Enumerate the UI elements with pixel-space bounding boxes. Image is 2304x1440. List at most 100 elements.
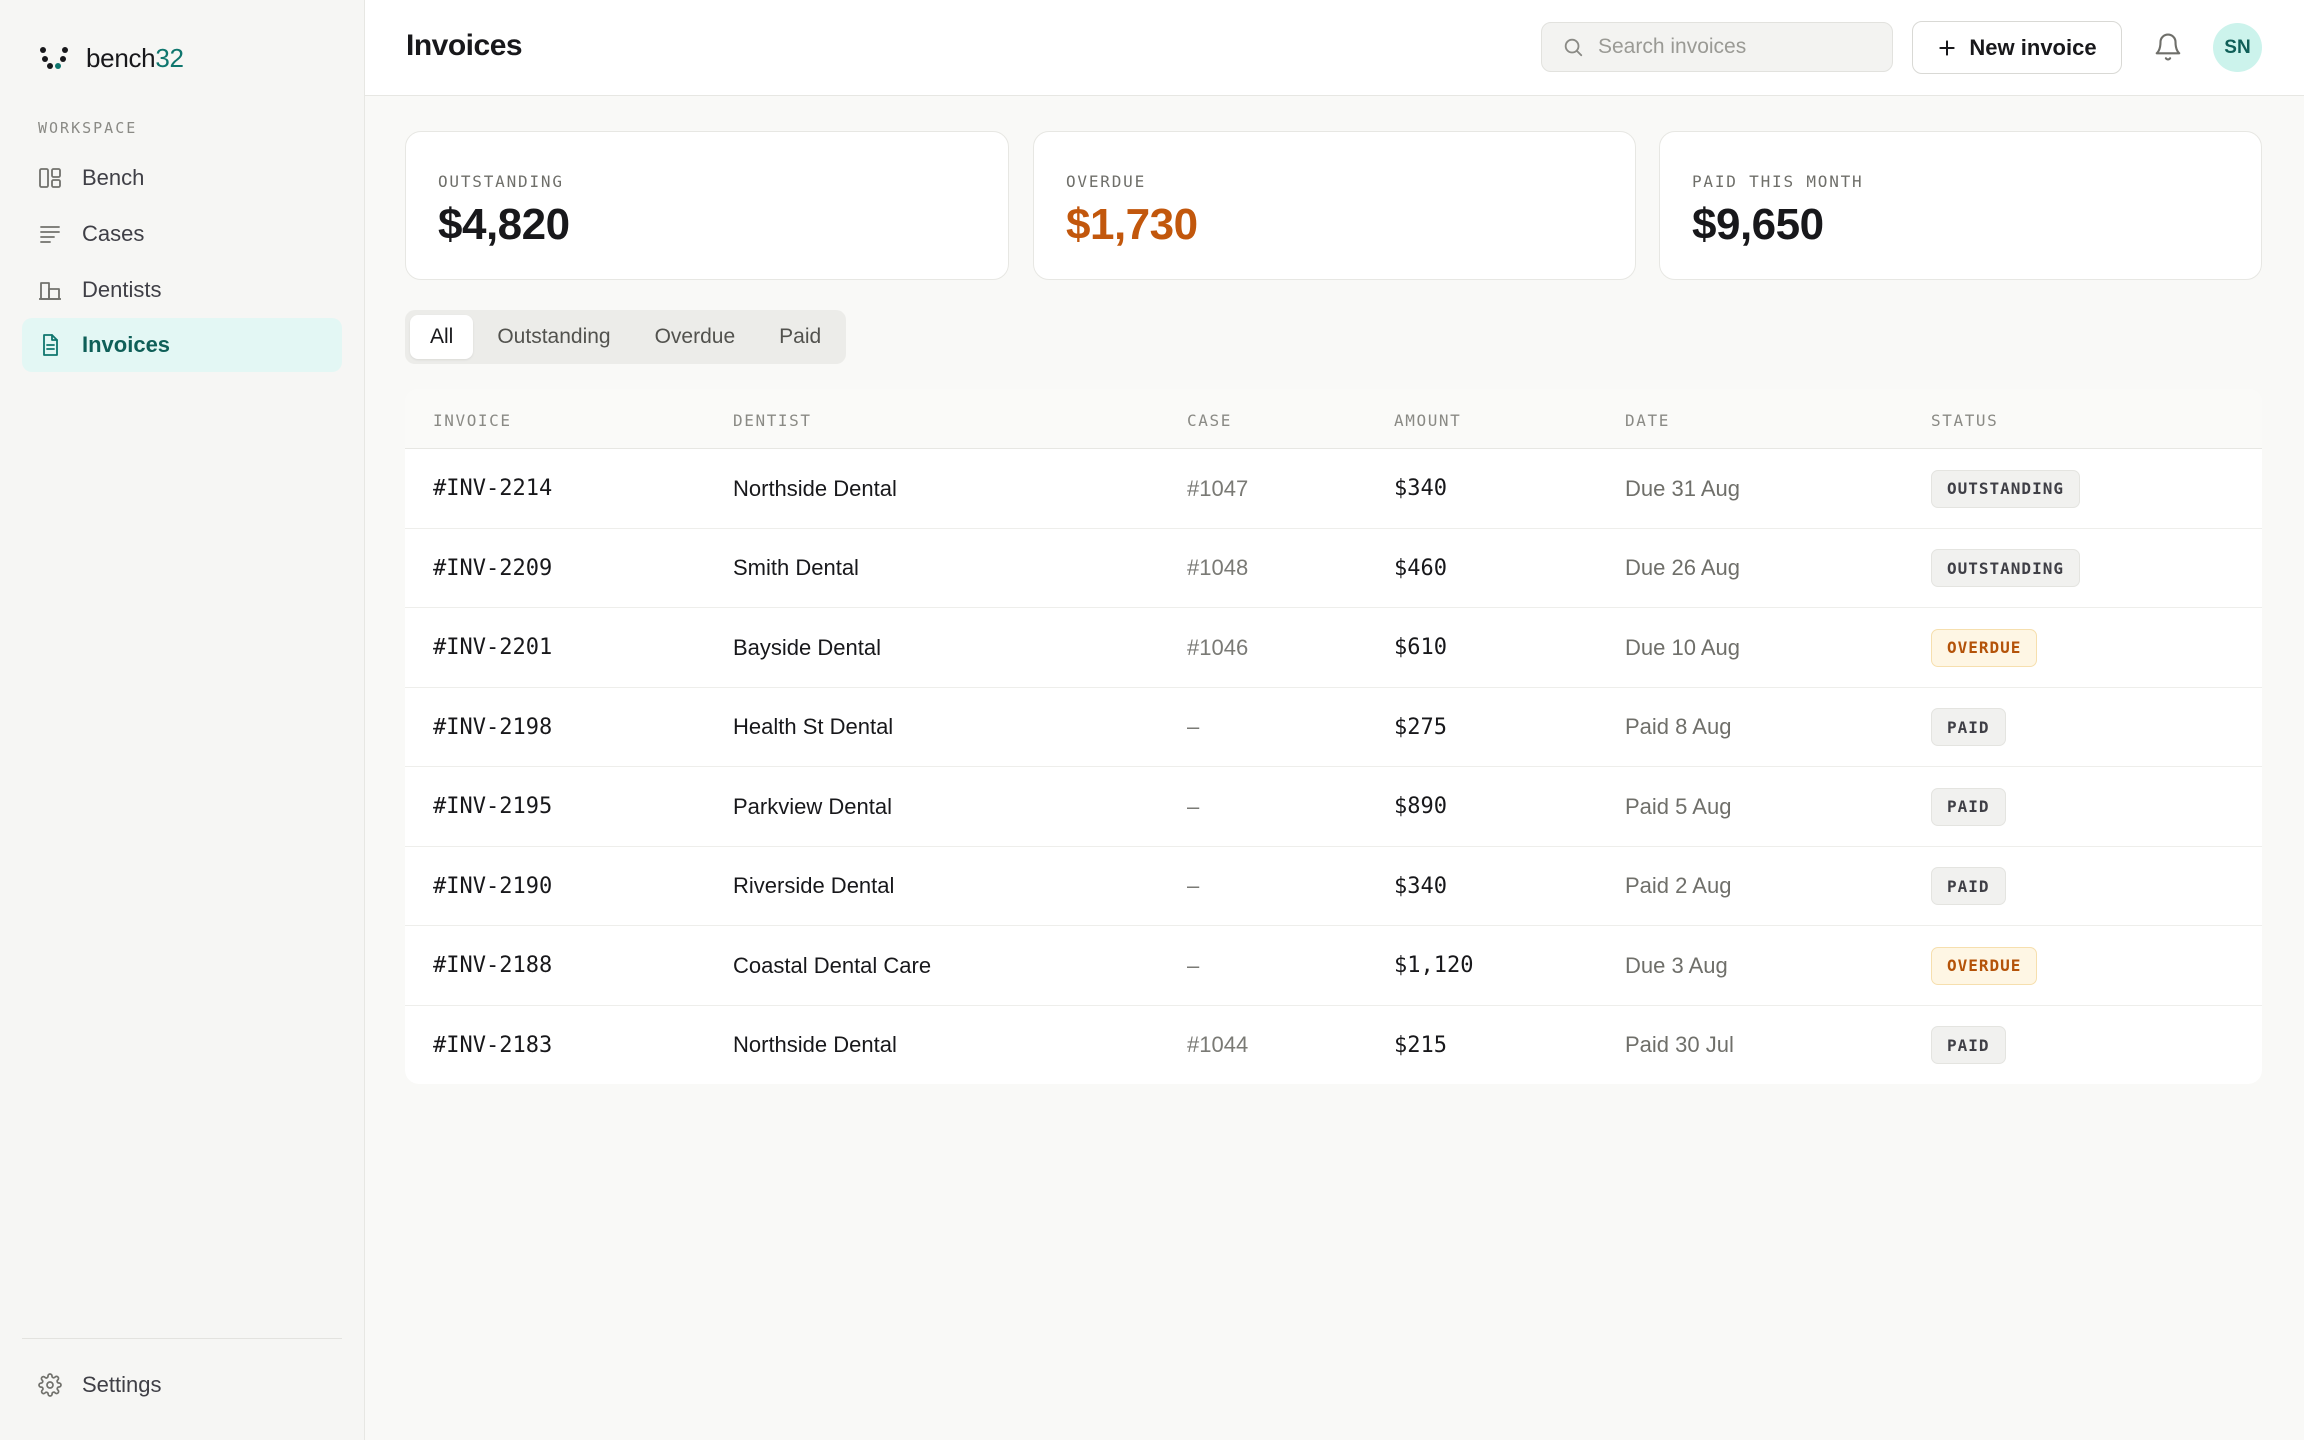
stat-card-paid-this-month: PAID THIS MONTH $9,650 (1659, 131, 2262, 280)
invoice-amount: $610 (1394, 635, 1447, 660)
status-badge: OVERDUE (1931, 946, 2038, 985)
brand[interactable]: bench32 (38, 40, 184, 76)
sidebar-item-dentists[interactable]: Dentists (22, 263, 342, 317)
new-invoice-label: New invoice (1969, 34, 2097, 60)
tab-all[interactable]: All (410, 315, 474, 359)
avatar[interactable]: SN (2213, 23, 2262, 72)
case-number[interactable]: – (1187, 926, 1199, 1005)
sidebar-item-label: Bench (82, 165, 145, 190)
column-header-dentist[interactable]: DENTIST (733, 411, 812, 430)
invoice-date: Paid 30 Jul (1625, 1032, 1734, 1057)
search-box[interactable] (1541, 22, 1893, 72)
case-number[interactable]: – (1187, 688, 1199, 767)
brand-name-suffix: 32 (155, 42, 184, 73)
table-row[interactable]: #INV-2195 Parkview Dental – $890 Paid 5 Aug P… (405, 767, 2262, 847)
new-invoice-button[interactable]: New invoice (1912, 21, 2122, 74)
brand-name-prefix: bench (86, 42, 156, 73)
status-cell: OVERDUE (1931, 926, 2038, 1005)
invoice-amount: $890 (1394, 794, 1447, 819)
sidebar-item-cases[interactable]: Cases (22, 207, 342, 261)
sidebar-item-label: Dentists (82, 277, 162, 302)
table-row[interactable]: #INV-2201 Bayside Dental #1046 $610 Due 10 A… (405, 608, 2262, 688)
table-row[interactable]: #INV-2188 Coastal Dental Care – $1,120 Due 3… (405, 926, 2262, 1006)
dentist-name: Health St Dental (733, 714, 894, 739)
status-badge: PAID (1931, 867, 2006, 905)
invoice-date: Due 26 Aug (1625, 555, 1740, 580)
status-cell: PAID (1931, 1006, 2006, 1085)
stat-value: $1,730 (1066, 200, 1198, 249)
status-cell: PAID (1931, 847, 2006, 926)
invoice-number[interactable]: #INV-2201 (433, 608, 552, 687)
status-badge: PAID (1931, 787, 2006, 826)
stat-card-overdue: OVERDUE $1,730 (1033, 131, 1636, 280)
search-icon (1564, 38, 1583, 57)
sidebar-item-label: Settings (82, 1372, 162, 1397)
invoice-date: Paid 5 Aug (1625, 793, 1732, 819)
case-number[interactable]: – (1187, 767, 1199, 846)
invoice-amount: $215 (1394, 1032, 1447, 1058)
tab-paid[interactable]: Paid (759, 315, 841, 359)
status-badge: PAID (1931, 1026, 2006, 1064)
tab-outstanding[interactable]: Outstanding (477, 315, 630, 359)
invoice-date: Due 31 Aug (1625, 475, 1740, 501)
case-number[interactable]: #1048 (1187, 529, 1248, 608)
status-cell: PAID (1931, 688, 2006, 767)
buildings-icon (38, 278, 62, 302)
brand-name: bench32 (86, 43, 184, 74)
stat-label: OVERDUE (1066, 172, 1147, 191)
column-header-date[interactable]: DATE (1625, 411, 1670, 430)
column-header-case[interactable]: CASE (1187, 411, 1232, 430)
invoice-number[interactable]: #INV-2183 (433, 1006, 552, 1085)
dentist-name: Northside Dental (733, 475, 897, 501)
invoice-number[interactable]: #INV-2188 (433, 926, 552, 1005)
table-row[interactable]: #INV-2190 Riverside Dental – $340 Paid 2 Aug… (405, 847, 2262, 926)
stat-value: $4,820 (438, 200, 570, 249)
logo-icon (40, 47, 68, 69)
search-input[interactable] (1598, 35, 1878, 59)
list-lines-icon (38, 222, 62, 246)
invoice-number[interactable]: #INV-2195 (433, 767, 552, 846)
invoice-date: Paid 2 Aug (1625, 873, 1732, 898)
table-row[interactable]: #INV-2183 Northside Dental #1044 $215 Paid 3… (405, 1006, 2262, 1085)
dentist-name: Riverside Dental (733, 873, 895, 898)
column-header-amount[interactable]: AMOUNT (1394, 411, 1461, 430)
dentist-name: Bayside Dental (733, 634, 881, 660)
table-header: INVOICE DENTIST CASE AMOUNT DATE STATUS (405, 389, 2262, 449)
stat-label: OUTSTANDING (438, 172, 564, 191)
table-row[interactable]: #INV-2214 Northside Dental #1047 $340 Due 31… (405, 449, 2262, 529)
sidebar-item-invoices[interactable]: Invoices (22, 318, 342, 372)
invoice-number[interactable]: #INV-2214 (433, 449, 552, 528)
invoice-date: Due 10 Aug (1625, 634, 1740, 660)
column-header-invoice[interactable]: INVOICE (433, 411, 512, 430)
table-row[interactable]: #INV-2209 Smith Dental #1048 $460 Due 26 Aug… (405, 529, 2262, 608)
invoice-amount: $1,120 (1394, 953, 1474, 978)
layout-grid-icon (38, 166, 62, 190)
case-number[interactable]: – (1187, 847, 1199, 926)
gear-icon (38, 1373, 62, 1397)
tab-overdue[interactable]: Overdue (635, 315, 756, 359)
invoice-amount: $275 (1394, 714, 1447, 740)
sidebar-section-label: WORKSPACE (38, 119, 138, 137)
case-number[interactable]: #1046 (1187, 608, 1248, 687)
status-badge: OVERDUE (1931, 628, 2038, 667)
status-badge: OUTSTANDING (1931, 469, 2080, 508)
invoice-number[interactable]: #INV-2209 (433, 529, 552, 608)
stat-card-outstanding: OUTSTANDING $4,820 (405, 131, 1009, 280)
status-cell: OUTSTANDING (1931, 529, 2080, 608)
status-cell: PAID (1931, 767, 2006, 846)
case-number[interactable]: #1044 (1187, 1006, 1248, 1085)
stat-value: $9,650 (1692, 200, 1824, 249)
table-row[interactable]: #INV-2198 Health St Dental – $275 Paid 8 Aug… (405, 688, 2262, 767)
bell-icon[interactable] (2153, 32, 2183, 62)
sidebar-item-bench[interactable]: Bench (22, 151, 342, 205)
invoice-number[interactable]: #INV-2190 (433, 847, 552, 926)
invoices-table: INVOICE DENTIST CASE AMOUNT DATE STATUS … (405, 389, 2262, 1084)
filter-tabs: All Outstanding Overdue Paid (405, 310, 847, 364)
case-number[interactable]: #1047 (1187, 449, 1248, 528)
invoice-number[interactable]: #INV-2198 (433, 688, 552, 767)
sidebar-item-settings[interactable]: Settings (22, 1358, 342, 1412)
invoice-date: Due 3 Aug (1625, 952, 1728, 978)
dentist-name: Parkview Dental (733, 793, 892, 819)
column-header-status[interactable]: STATUS (1931, 411, 1998, 430)
table-body: #INV-2214 Northside Dental #1047 $340 Due 31… (405, 449, 2262, 1084)
